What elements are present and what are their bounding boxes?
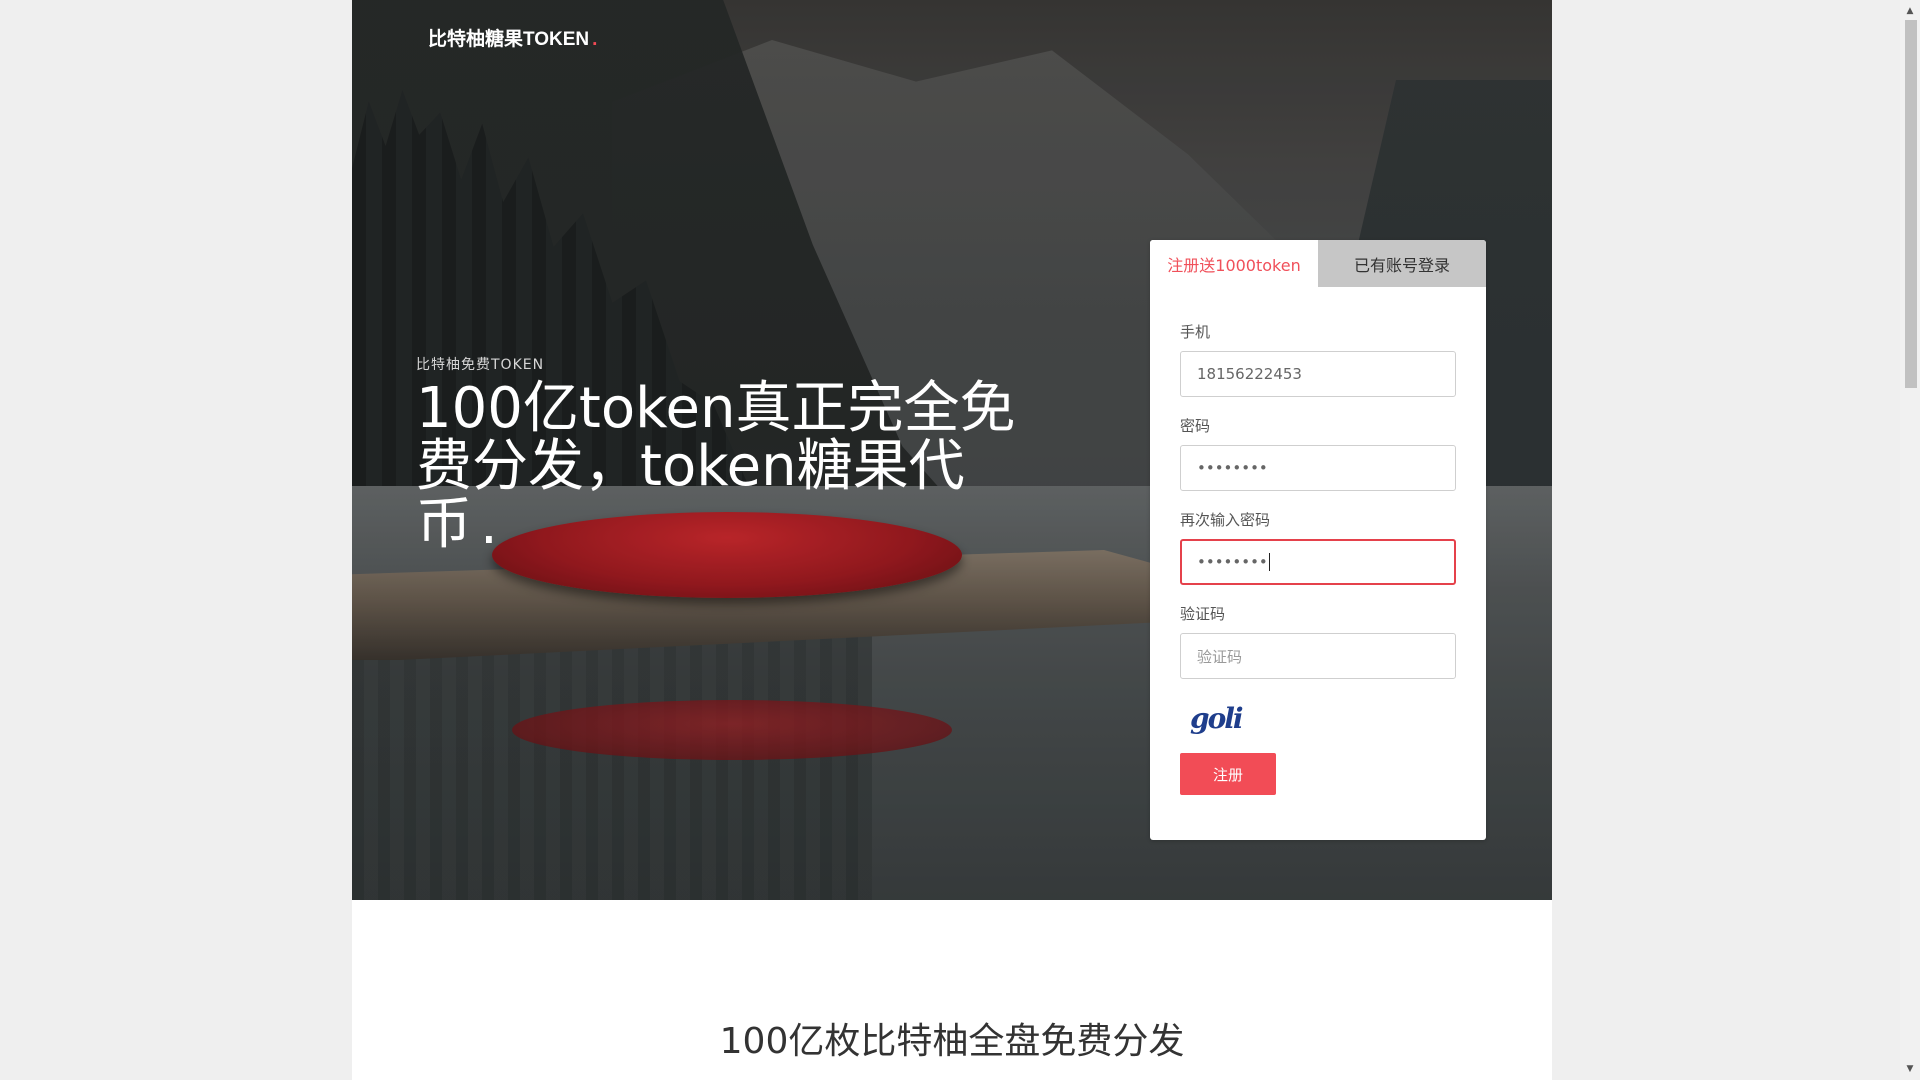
password-input[interactable]: •••••••• bbox=[1180, 445, 1456, 491]
hero-banner: 比特柚糖果TOKEN. 比特柚免费TOKEN 100亿token真正完全免费分发… bbox=[352, 0, 1552, 900]
captcha-placeholder: 验证码 bbox=[1197, 647, 1243, 666]
brand-logo[interactable]: 比特柚糖果TOKEN. bbox=[428, 24, 597, 51]
confirm-password-label: 再次输入密码 bbox=[1180, 511, 1271, 529]
captcha-label: 验证码 bbox=[1180, 605, 1226, 623]
brand-dot: . bbox=[592, 29, 598, 50]
hero-title: 100亿token真正完全免费分发，token糖果代币. bbox=[416, 380, 1036, 554]
password-value: •••••••• bbox=[1197, 459, 1268, 477]
page-container: 比特柚糖果TOKEN. 比特柚免费TOKEN 100亿token真正完全免费分发… bbox=[352, 0, 1552, 1080]
hero-title-text: 100亿token真正完全免费分发，token糖果代币 bbox=[416, 376, 1016, 557]
triangle-up-icon[interactable]: ▲ bbox=[1900, 2, 1920, 20]
confirm-password-input[interactable]: •••••••• bbox=[1180, 539, 1456, 585]
register-button[interactable]: 注册 bbox=[1180, 753, 1276, 795]
phone-label: 手机 bbox=[1180, 323, 1211, 341]
tab-register[interactable]: 注册送1000token bbox=[1150, 240, 1318, 287]
hero-title-dot: . bbox=[480, 492, 498, 557]
section-title: 100亿枚比特柚全盘免费分发 bbox=[719, 1021, 1185, 1062]
tab-login[interactable]: 已有账号登录 bbox=[1318, 240, 1486, 287]
password-label: 密码 bbox=[1180, 417, 1211, 435]
triangle-down-icon[interactable]: ▼ bbox=[1900, 1060, 1920, 1078]
scrollbar-thumb[interactable] bbox=[1905, 20, 1917, 388]
brand-name[interactable]: 比特柚糖果TOKEN bbox=[428, 29, 589, 50]
hero-subtitle: 比特柚免费TOKEN bbox=[416, 357, 545, 373]
captcha-image[interactable]: goli bbox=[1180, 697, 1280, 739]
confirm-password-value: •••••••• bbox=[1197, 553, 1268, 571]
captcha-input[interactable]: 验证码 bbox=[1180, 633, 1456, 679]
text-caret bbox=[1268, 553, 1270, 571]
register-card: 注册送1000token 已有账号登录 手机 18156222453 密码 ••… bbox=[1150, 240, 1486, 840]
register-form: 手机 18156222453 密码 •••••••• 再次输入密码 ••••••… bbox=[1150, 321, 1486, 795]
scrollbar[interactable]: ▲ ▼ bbox=[1900, 0, 1920, 1080]
auth-tabs: 注册送1000token 已有账号登录 bbox=[1150, 240, 1486, 287]
phone-input[interactable]: 18156222453 bbox=[1180, 351, 1456, 397]
phone-value: 18156222453 bbox=[1197, 365, 1302, 383]
